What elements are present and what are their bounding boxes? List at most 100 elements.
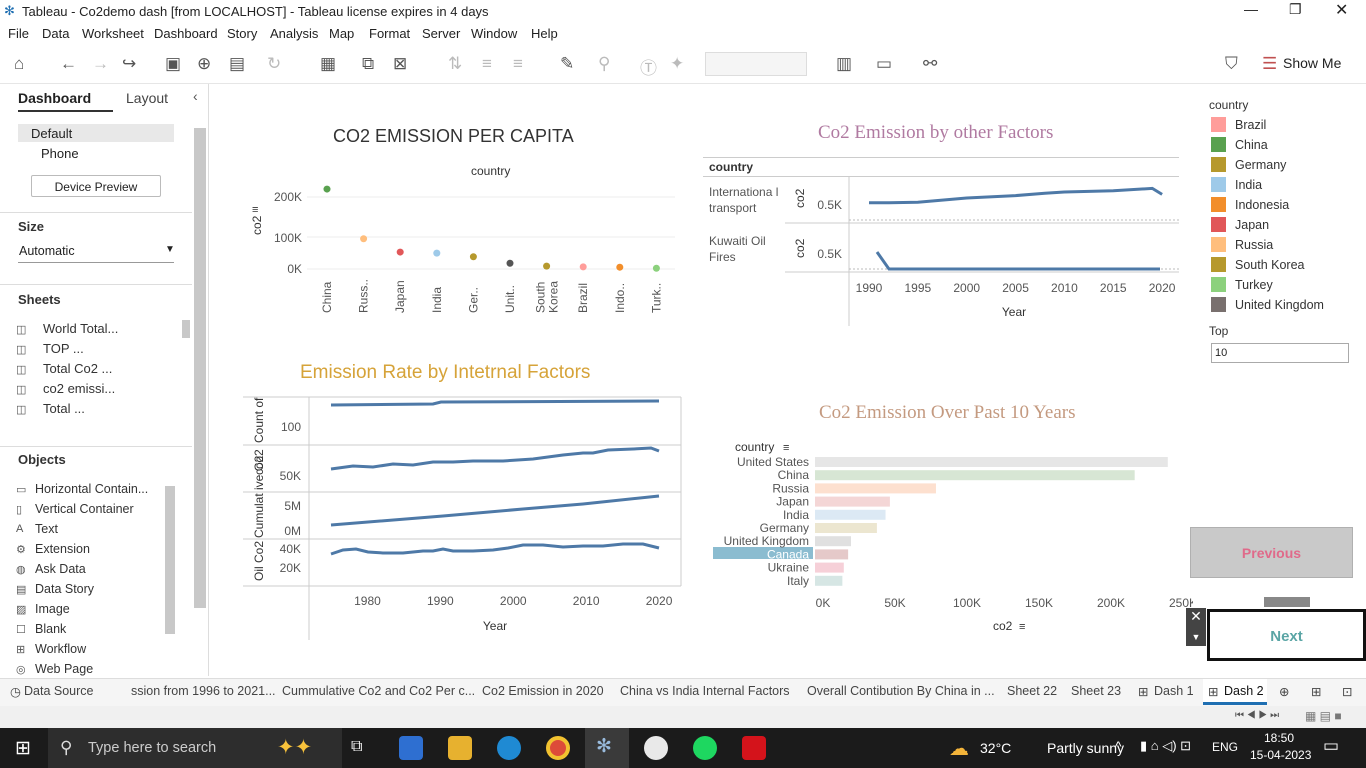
device-preview-button[interactable]: Device Preview [31,175,161,197]
fit-dropdown[interactable] [705,52,807,76]
save-icon[interactable]: ▣ [165,54,181,74]
sort-desc-icon[interactable]: ≡ [513,54,523,74]
object-item[interactable]: Blank [35,622,66,636]
pane-scrollbar[interactable] [194,128,206,608]
sheets-scrollbar[interactable] [182,320,190,338]
sheet-item[interactable]: Total Co2 ... [43,361,112,376]
acrobat-icon[interactable] [742,736,766,760]
sheet-tab-active[interactable]: Dash 2 [1224,684,1264,698]
file-explorer-icon[interactable] [448,736,472,760]
sheet-item[interactable]: Total ... [43,401,85,416]
legend-item[interactable]: China [1211,137,1268,152]
minimize-icon[interactable]: — [1244,1,1258,17]
objects-scrollbar[interactable] [165,486,175,634]
legend-item[interactable]: Japan [1211,217,1269,232]
legend-item[interactable]: India [1211,177,1262,192]
chevron-down-icon[interactable]: ▼ [165,244,175,255]
windows-start-icon[interactable]: ⊞ [15,737,31,760]
sheet-tab[interactable]: Sheet 23 [1071,684,1121,698]
sheet-item[interactable]: co2 emissi... [43,381,115,396]
device-phone[interactable]: Phone [41,146,79,161]
tab-dashboard[interactable]: Dashboard [18,90,91,106]
menu-file[interactable]: File [8,26,29,41]
label-icon[interactable]: Ⓣ [640,54,657,79]
edge-icon[interactable] [497,736,521,760]
object-item[interactable]: Horizontal Contain... [35,482,148,496]
size-select[interactable]: Automatic [19,244,75,258]
show-me-button[interactable]: Show Me [1283,55,1341,71]
home-icon[interactable]: ⌂ [14,54,24,74]
legend-item[interactable]: Brazil [1211,117,1266,132]
pause-icon[interactable]: ▤ [229,54,245,74]
object-item[interactable]: Ask Data [35,562,86,576]
store-icon[interactable] [399,736,423,760]
redo-icon[interactable]: → [92,54,109,74]
next-button[interactable]: Next [1207,609,1366,661]
share-icon[interactable]: ⚯ [923,54,937,74]
object-item[interactable]: Image [35,602,70,616]
chevron-up-icon[interactable]: ^ [1115,738,1122,754]
restore-icon[interactable]: ❐ [1289,1,1302,18]
menu-window[interactable]: Window [471,26,517,41]
swap-icon[interactable]: ⇅ [448,54,462,74]
clear-icon[interactable]: ⊠ [393,54,407,74]
legend-item[interactable]: South Korea [1211,257,1305,272]
new-dashboard-icon[interactable]: ⊞ [1311,684,1321,699]
legend-item[interactable]: Russia [1211,237,1273,252]
present-icon[interactable]: ▥ [836,54,852,74]
new-datasource-icon[interactable]: ⊕ [197,54,211,74]
tab-nav-icons[interactable]: ⏮ ◀ ▶ ⏭ [1235,710,1279,721]
sheet-tab[interactable]: ssion from 1996 to 2021... [131,684,276,698]
search-placeholder[interactable]: Type here to search [88,740,216,756]
menu-story[interactable]: Story [227,26,257,41]
undo-icon[interactable]: ← [60,54,77,74]
language[interactable]: ENG [1212,740,1238,754]
drag-handle[interactable] [1264,597,1310,607]
sort-asc-icon[interactable]: ≡ [482,54,492,74]
legend-item[interactable]: Germany [1211,157,1286,172]
object-item[interactable]: Vertical Container [35,502,134,516]
attach-icon[interactable]: ⚲ [598,54,610,74]
close-icon[interactable]: ✕ [1186,608,1206,628]
task-view-icon[interactable]: ⧉ [351,738,362,756]
menu-analysis[interactable]: Analysis [270,26,318,41]
view-toggle-icon[interactable]: ▦ ▤ ■ [1305,709,1342,723]
sheet-item[interactable]: World Total... [43,321,118,336]
sheet-tab[interactable]: Co2 Emission in 2020 [482,684,604,698]
menu-server[interactable]: Server [422,26,460,41]
notification-icon[interactable]: ▭ [1323,736,1339,756]
spotify-icon[interactable] [693,736,717,760]
clock-time[interactable]: 18:50 [1264,731,1294,745]
pin-icon[interactable]: ✦ [670,54,684,74]
duplicate-icon[interactable]: ⧉ [362,54,374,74]
menu-dashboard[interactable]: Dashboard [154,26,218,41]
sheet-tab[interactable]: Overall Contibution By China in ... [807,684,995,698]
close-icon[interactable]: ✕ [1335,0,1348,20]
tableau-taskbar-icon[interactable]: ✻ [596,735,612,758]
new-worksheet-icon[interactable]: ▦ [320,54,336,74]
object-item[interactable]: Extension [35,542,90,556]
object-item[interactable]: Workflow [35,642,86,656]
object-item[interactable]: Text [35,522,58,536]
replay-icon[interactable]: ↪ [122,54,136,74]
top-input[interactable]: 10 [1211,343,1349,363]
menu-map[interactable]: Map [329,26,354,41]
new-sheet-icon[interactable]: ⊕ [1279,684,1289,699]
presentation-mode-icon[interactable]: ▭ [876,54,892,74]
object-item[interactable]: Data Story [35,582,94,596]
clock-date[interactable]: 15-04-2023 [1250,748,1311,762]
menu-format[interactable]: Format [369,26,410,41]
sheet-tab[interactable]: Dash 1 [1154,684,1194,698]
sheet-tab[interactable]: Sheet 22 [1007,684,1057,698]
menu-help[interactable]: Help [531,26,558,41]
tab-data-source[interactable]: Data Source [24,684,93,698]
show-me-icon[interactable]: ☰ [1262,54,1277,74]
chrome-icon[interactable] [546,736,570,760]
legend-item[interactable]: Indonesia [1211,197,1289,212]
menu-worksheet[interactable]: Worksheet [82,26,144,41]
legend-item[interactable]: United Kingdom [1211,297,1324,312]
object-item[interactable]: Web Page [35,662,93,676]
app-icon[interactable] [644,736,668,760]
system-tray-icons[interactable]: ▮ ⌂ ◁) ⊡ [1140,738,1191,754]
device-default[interactable]: Default [31,126,72,141]
